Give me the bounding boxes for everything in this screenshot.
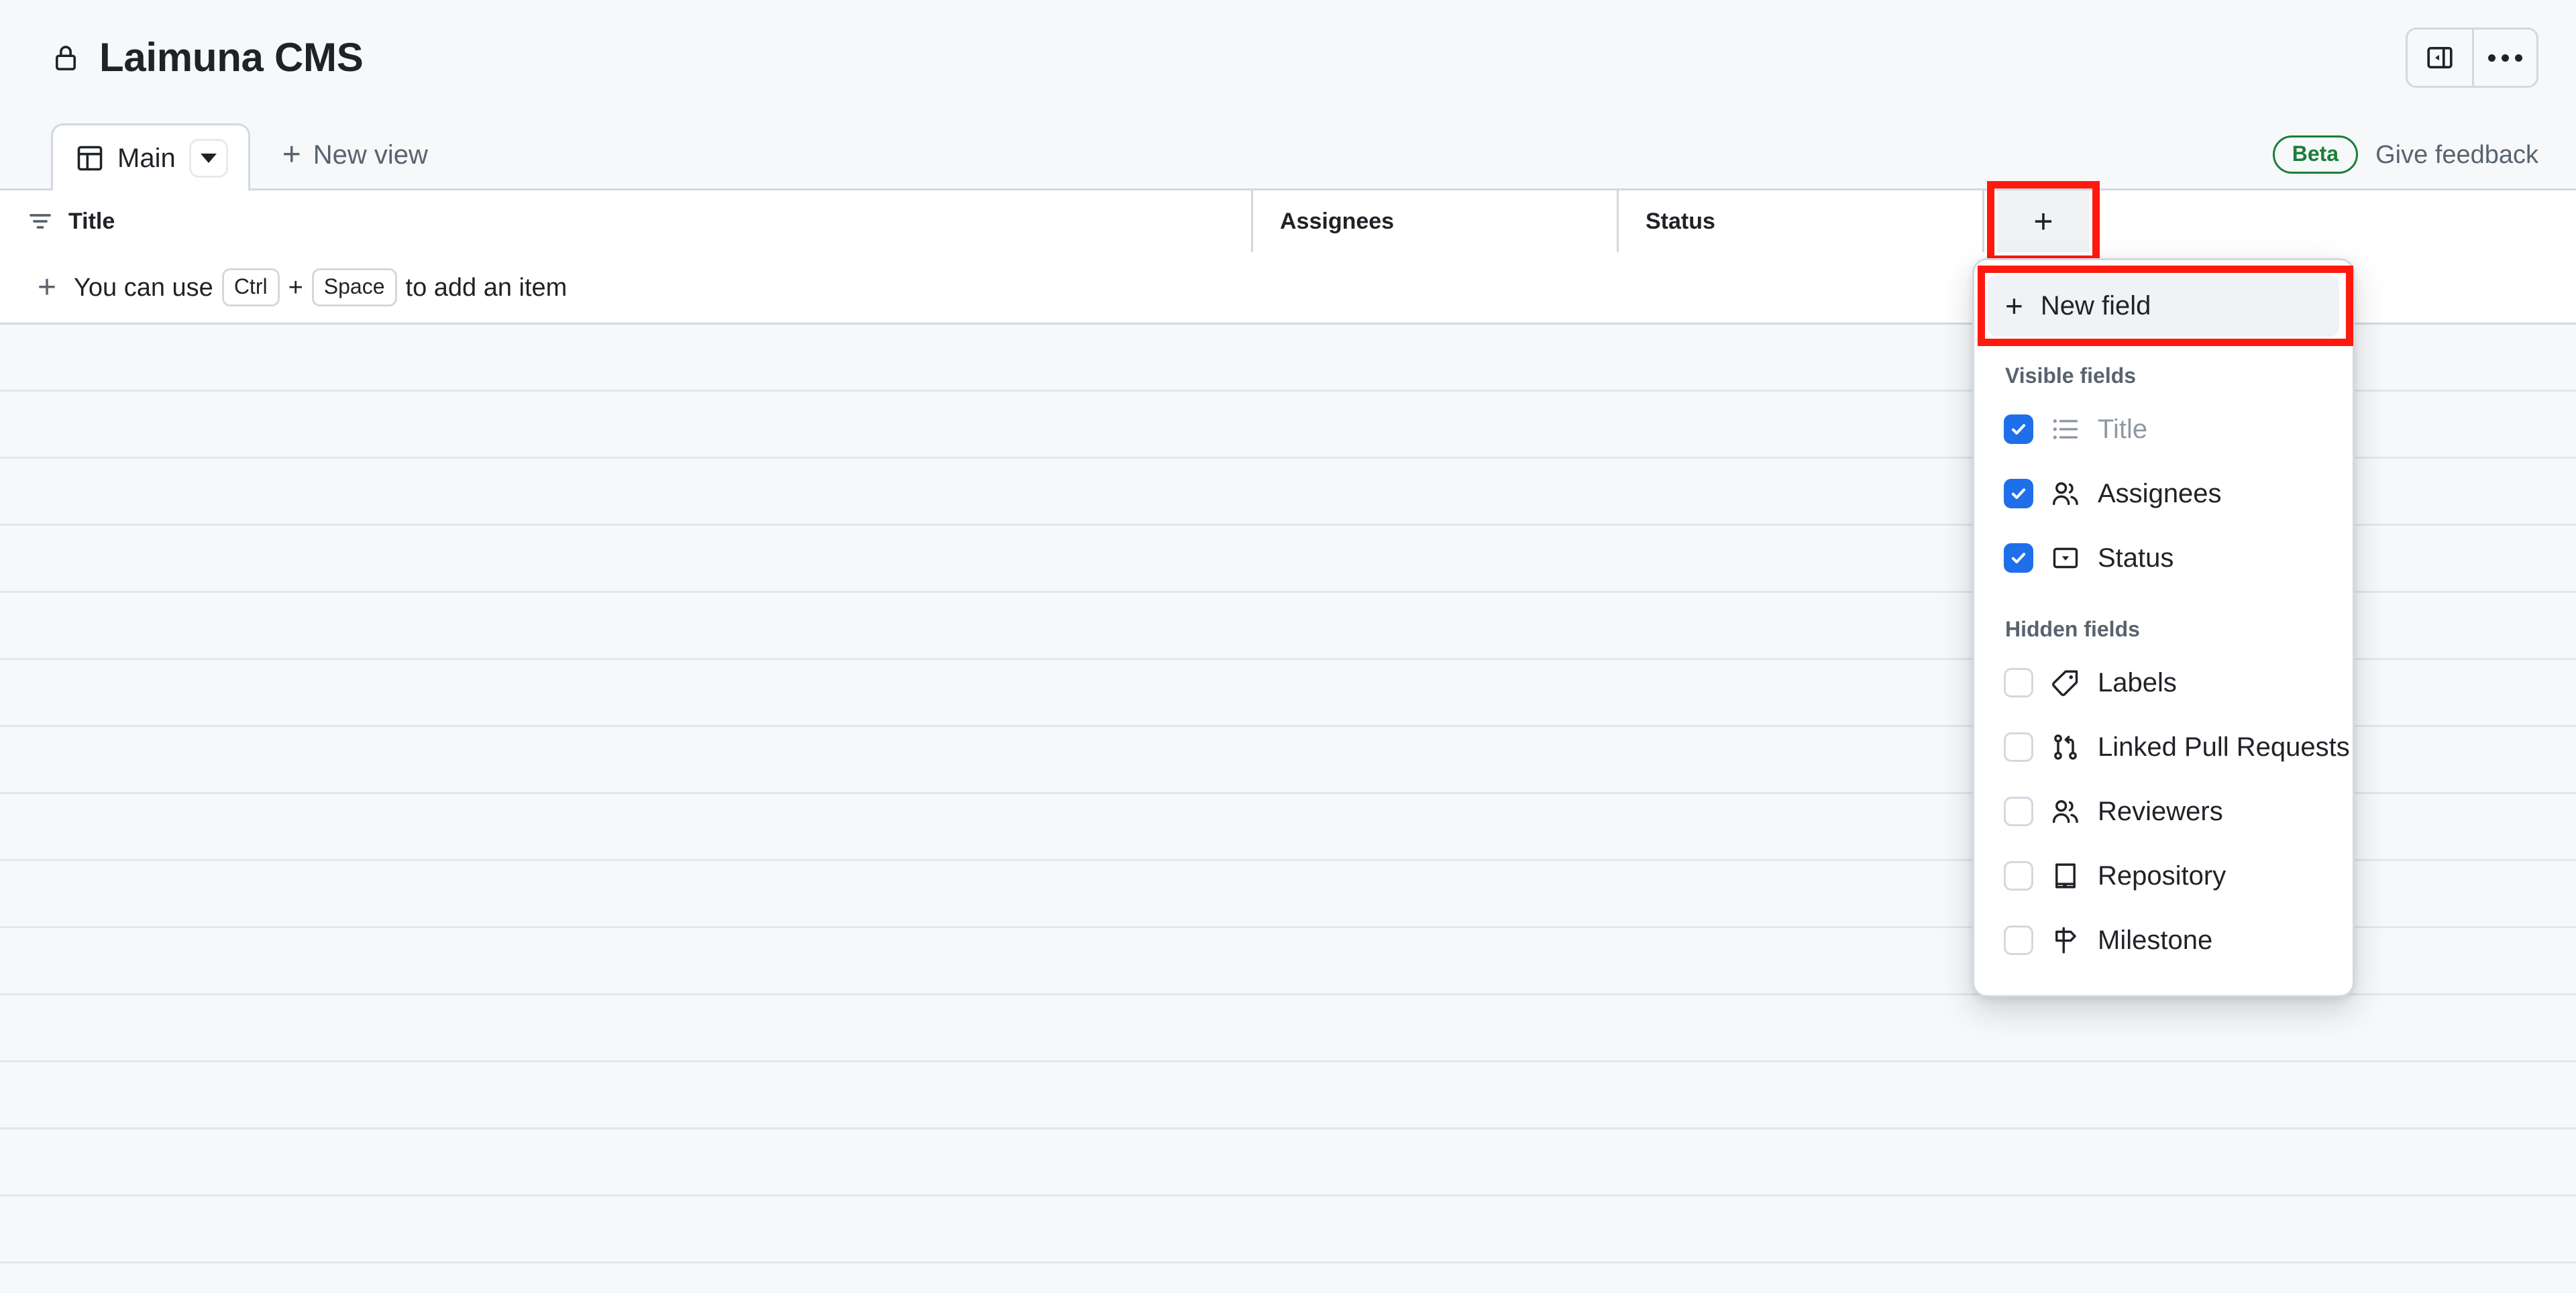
kebab-horizontal-icon <box>2488 54 2522 62</box>
more-options-button[interactable] <box>2472 30 2536 86</box>
checkbox-unchecked[interactable] <box>2004 861 2033 891</box>
project-header: Laimuna CMS <box>0 0 2576 115</box>
table-row[interactable] <box>0 1263 2576 1293</box>
field-menu-item-labels[interactable]: Labels <box>1974 651 2353 715</box>
page-title: Laimuna CMS <box>99 35 364 80</box>
checkbox-unchecked[interactable] <box>2004 732 2033 762</box>
column-header-status-label: Status <box>1646 209 1715 234</box>
field-menu-item-assignees[interactable]: Assignees <box>1974 461 2353 526</box>
header-button-group <box>2406 27 2538 88</box>
table-row[interactable] <box>0 1196 2576 1263</box>
people-icon <box>2052 800 2078 824</box>
field-menu-item-milestone[interactable]: Milestone <box>1974 908 2353 972</box>
lock-icon <box>56 46 76 70</box>
table-row[interactable] <box>0 995 2576 1062</box>
plus-icon: + <box>282 137 301 172</box>
single-select-icon <box>2053 547 2078 569</box>
sidebar-collapse-icon <box>2427 46 2453 69</box>
field-menu-item-label: Linked Pull Requests <box>2098 732 2350 762</box>
table-row[interactable] <box>0 1129 2576 1196</box>
field-menu-item-label: Assignees <box>2098 479 2222 508</box>
new-view-label: New view <box>313 140 428 170</box>
field-menu-item-label: Reviewers <box>2098 797 2223 826</box>
table-header-row: Title Assignees Status + <box>0 181 2576 263</box>
table-row[interactable] <box>0 1062 2576 1129</box>
tab-main[interactable]: Main <box>51 123 250 190</box>
table-view-icon <box>77 146 103 170</box>
tab-main-dropdown-button[interactable] <box>189 138 228 178</box>
list-ordered-icon <box>2053 419 2078 439</box>
field-menu-item-linked-pull-requests[interactable]: Linked Pull Requests <box>1974 715 2353 779</box>
milestone-icon <box>2055 927 2076 954</box>
tabstrip-right-group: Beta Give feedback <box>2272 135 2538 188</box>
new-view-button[interactable]: + New view <box>260 121 451 188</box>
field-menu-item-label: Repository <box>2098 861 2226 891</box>
tab-main-label: Main <box>117 143 176 173</box>
filter-sort-icon <box>30 214 51 229</box>
field-menu-item-reviewers[interactable]: Reviewers <box>1974 779 2353 844</box>
column-header-title-label: Title <box>68 209 115 234</box>
kbd-ctrl: Ctrl <box>221 268 280 306</box>
new-field-label: New field <box>2040 291 2151 321</box>
new-field-menu-item[interactable]: + New field <box>1988 275 2339 337</box>
tag-icon <box>2052 670 2078 696</box>
hidden-fields-list: Labels Linked Pull Requests Reviewers Repos… <box>1974 651 2353 972</box>
check-icon <box>2011 488 2026 499</box>
column-header-assignees[interactable]: Assignees <box>1253 190 1619 252</box>
people-icon <box>2052 482 2078 506</box>
plus-icon: + <box>2005 288 2023 323</box>
field-menu-item-repository[interactable]: Repository <box>1974 844 2353 908</box>
sidebar-toggle-button[interactable] <box>2408 30 2472 86</box>
kbd-space: Space <box>311 268 397 306</box>
hidden-fields-group-label: Hidden fields <box>2005 617 2140 641</box>
project-title-group: Laimuna CMS <box>51 35 364 80</box>
checkbox-checked[interactable] <box>2004 543 2033 573</box>
plus-icon: + <box>38 269 57 305</box>
field-menu-item-label: Labels <box>2098 668 2177 697</box>
plus-icon: + <box>2033 203 2053 240</box>
checkbox-checked[interactable] <box>2004 479 2033 508</box>
status-badge: Beta <box>2272 135 2359 174</box>
git-pull-request-icon <box>2054 734 2077 760</box>
give-feedback-link[interactable]: Give feedback <box>2375 142 2538 168</box>
field-menu-item-status[interactable]: Status <box>1974 526 2353 590</box>
field-menu-item-label: Title <box>2098 414 2148 444</box>
field-menu-item-label: Milestone <box>2098 925 2213 955</box>
checkbox-unchecked[interactable] <box>2004 797 2033 826</box>
check-icon <box>2011 424 2026 435</box>
column-header-assignees-label: Assignees <box>1280 209 1395 234</box>
visible-fields-list: Title Assignees Status <box>1974 397 2353 590</box>
column-header-title[interactable]: Title <box>0 190 1253 252</box>
hint-separator: + <box>288 273 303 302</box>
checkbox-unchecked[interactable] <box>2004 668 2033 697</box>
checkbox-unchecked[interactable] <box>2004 925 2033 955</box>
visible-fields-group-label: Visible fields <box>2005 363 2137 388</box>
checkbox-checked[interactable] <box>2004 414 2033 444</box>
column-header-status[interactable]: Status <box>1619 190 1984 252</box>
repo-icon <box>2055 863 2076 889</box>
check-icon <box>2011 553 2026 563</box>
field-menu-item-label: Status <box>2098 543 2174 573</box>
view-tab-strip: Main + New view Beta Give feedback <box>0 115 2576 190</box>
add-column-button[interactable]: + <box>1997 190 2090 252</box>
hint-text-before: You can use <box>74 273 213 302</box>
field-visibility-menu: + New field Visible fields Title Assignee… <box>1972 258 2355 997</box>
chevron-down-icon <box>200 153 217 163</box>
field-menu-item-title[interactable]: Title <box>1974 397 2353 461</box>
add-item-hint-text: You can use Ctrl + Space to add an item <box>74 268 567 306</box>
github-projects-table-app: Laimuna CMS Main + New view Beta Give fe… <box>0 0 2576 1293</box>
hint-text-after: to add an item <box>405 273 568 302</box>
